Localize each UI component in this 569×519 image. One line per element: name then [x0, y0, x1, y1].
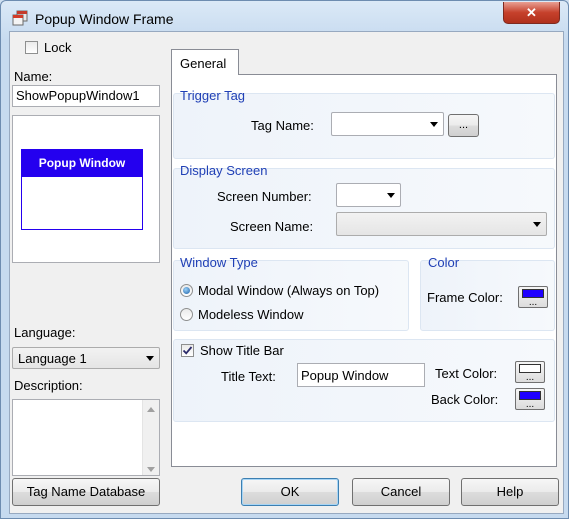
- scroll-up-icon[interactable]: [147, 407, 155, 412]
- tag-name-label: Tag Name:: [251, 118, 314, 133]
- name-label: Name:: [14, 69, 53, 84]
- name-input[interactable]: ShowPopupWindow1: [12, 85, 160, 107]
- screen-name-label: Screen Name:: [230, 219, 314, 234]
- frame-color-button[interactable]: ...: [518, 286, 548, 308]
- text-color-button[interactable]: ...: [515, 361, 545, 383]
- modal-window-radio[interactable]: [180, 284, 193, 297]
- help-label: Help: [496, 484, 524, 499]
- preview-panel: Popup Window: [12, 115, 160, 263]
- tag-name-database-button[interactable]: Tag Name Database: [12, 478, 160, 506]
- description-label: Description:: [14, 378, 83, 393]
- language-select-value: Language 1: [18, 351, 87, 366]
- description-textarea[interactable]: [12, 399, 160, 476]
- app-icon: [12, 10, 28, 26]
- cancel-button[interactable]: Cancel: [352, 478, 450, 506]
- chevron-down-icon: [387, 193, 395, 198]
- ok-label: OK: [280, 484, 300, 499]
- display-screen-group: [173, 168, 555, 249]
- tag-browse-label: ...: [458, 119, 469, 131]
- chevron-down-icon: [533, 222, 541, 227]
- show-title-bar-label: Show Title Bar: [200, 343, 284, 358]
- tab-general[interactable]: General: [171, 49, 239, 75]
- back-color-label: Back Color:: [431, 392, 499, 407]
- screen-name-select[interactable]: [336, 212, 547, 236]
- text-color-dots: ...: [525, 372, 535, 383]
- ok-button[interactable]: OK: [241, 478, 339, 506]
- tag-name-combo[interactable]: [331, 112, 444, 136]
- color-title: Color: [428, 255, 460, 270]
- dialog-window: Popup Window Frame ✕ Lock Name: ShowPopu…: [0, 0, 569, 519]
- chevron-down-icon: [430, 122, 438, 127]
- close-icon: ✕: [526, 4, 537, 20]
- screen-number-label: Screen Number:: [217, 189, 312, 204]
- cancel-label: Cancel: [380, 484, 422, 499]
- modeless-window-radio[interactable]: [180, 308, 193, 321]
- checkmark-icon: [182, 346, 193, 355]
- lock-label: Lock: [44, 40, 72, 55]
- dialog-client: Lock Name: ShowPopupWindow1 Popup Window…: [9, 31, 564, 514]
- window-title: Popup Window Frame: [35, 11, 174, 27]
- tag-browse-button[interactable]: ...: [448, 114, 479, 137]
- modeless-window-label: Modeless Window: [198, 307, 304, 322]
- title-text-input[interactable]: Popup Window: [297, 363, 425, 387]
- preview-popup-title: Popup Window: [38, 156, 126, 170]
- tab-general-label: General: [180, 56, 227, 71]
- language-select[interactable]: Language 1: [12, 347, 160, 369]
- frame-color-label: Frame Color:: [427, 290, 503, 305]
- trigger-tag-title: Trigger Tag: [180, 88, 246, 103]
- scroll-down-icon[interactable]: [147, 467, 155, 472]
- tag-name-database-label: Tag Name Database: [26, 484, 146, 499]
- preview-popup-titlebar: Popup Window: [22, 150, 142, 177]
- language-label: Language:: [14, 325, 76, 340]
- close-button[interactable]: ✕: [503, 2, 560, 24]
- show-title-bar-checkbox[interactable]: [181, 344, 194, 357]
- text-color-label: Text Color:: [435, 366, 498, 381]
- preview-popup-frame: Popup Window: [21, 149, 143, 230]
- modal-window-label: Modal Window (Always on Top): [198, 283, 380, 298]
- back-color-button[interactable]: ...: [515, 388, 545, 410]
- screen-number-combo[interactable]: [336, 183, 401, 207]
- back-color-dots: ...: [525, 399, 535, 410]
- window-type-title: Window Type: [180, 255, 258, 270]
- chevron-down-icon: [146, 356, 154, 361]
- frame-color-dots: ...: [528, 297, 538, 308]
- help-button[interactable]: Help: [461, 478, 559, 506]
- display-screen-title: Display Screen: [180, 163, 268, 178]
- description-scrollbar[interactable]: [142, 400, 159, 475]
- lock-checkbox[interactable]: [25, 41, 38, 54]
- title-text-label: Title Text:: [221, 369, 276, 384]
